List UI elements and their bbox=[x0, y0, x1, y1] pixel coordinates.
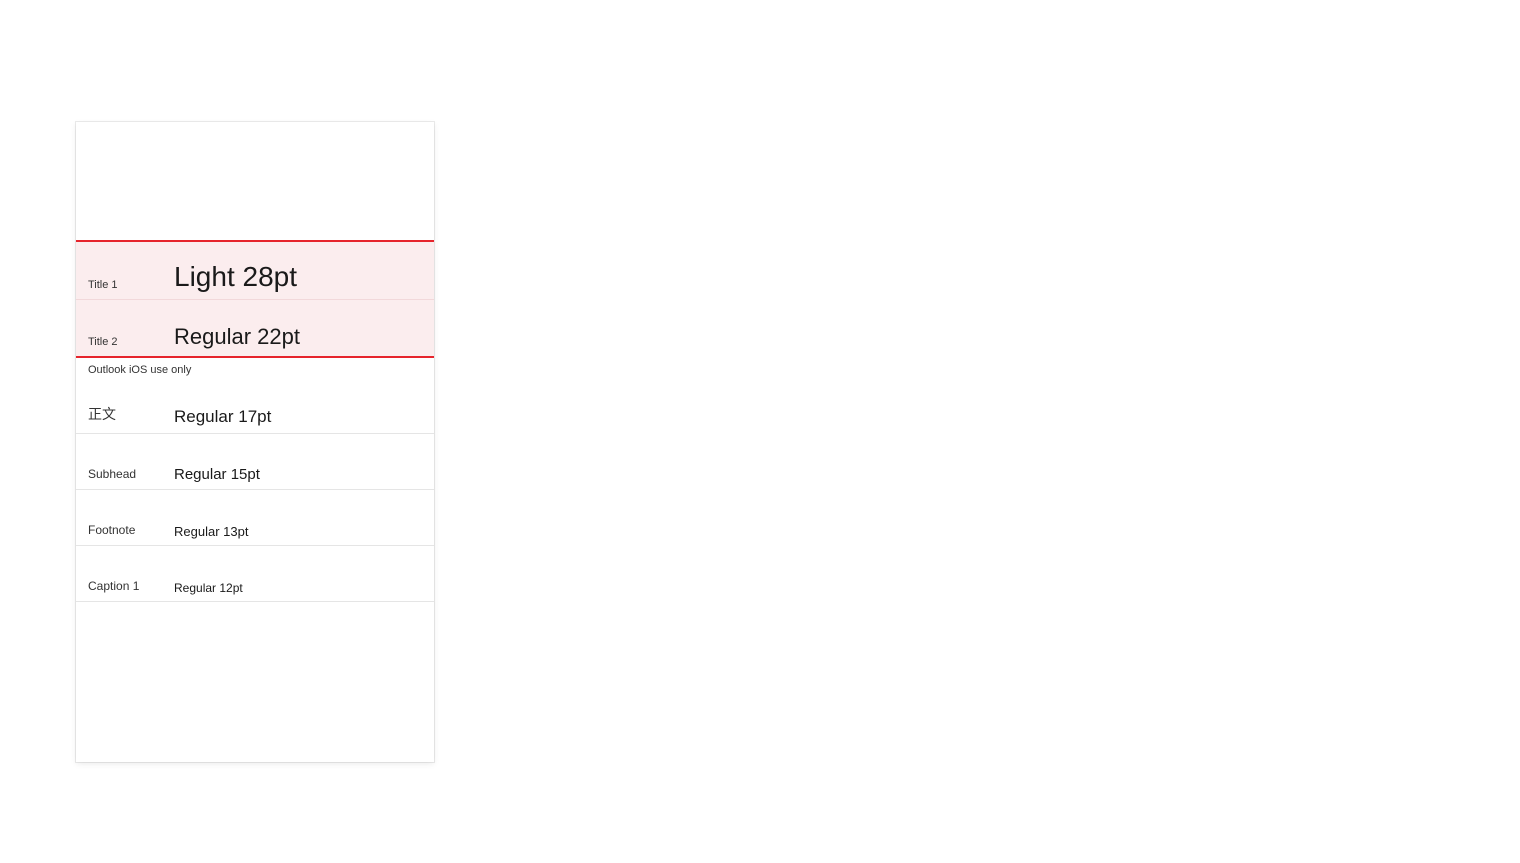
type-row-label: 正文 bbox=[88, 404, 174, 433]
typography-spec-card: Title 1 Light 28pt Title 2 Regular 22pt … bbox=[76, 122, 434, 762]
type-row-footnote: Footnote Regular 13pt bbox=[76, 490, 434, 546]
type-row-sample: Regular 12pt bbox=[174, 581, 422, 601]
section-note: Outlook iOS use only bbox=[76, 358, 434, 376]
type-row-label: Caption 1 bbox=[88, 579, 174, 601]
type-row-sample: Regular 15pt bbox=[174, 466, 422, 489]
type-row-label: Subhead bbox=[88, 467, 174, 489]
type-row-caption1: Caption 1 Regular 12pt bbox=[76, 546, 434, 602]
highlighted-section: Title 1 Light 28pt Title 2 Regular 22pt bbox=[76, 240, 434, 358]
type-row-label: Title 2 bbox=[88, 336, 174, 356]
type-row-sample: Light 28pt bbox=[174, 261, 422, 299]
type-row-title1: Title 1 Light 28pt bbox=[76, 242, 434, 300]
type-row-sample: Regular 17pt bbox=[174, 407, 422, 433]
type-row-label: Footnote bbox=[88, 523, 174, 545]
type-row-subhead: Subhead Regular 15pt bbox=[76, 434, 434, 490]
type-row-title2: Title 2 Regular 22pt bbox=[76, 300, 434, 356]
type-row-sample: Regular 13pt bbox=[174, 524, 422, 545]
type-row-label: Title 1 bbox=[88, 279, 174, 299]
type-row-body: 正文 Regular 17pt bbox=[76, 376, 434, 434]
type-row-sample: Regular 22pt bbox=[174, 324, 422, 356]
